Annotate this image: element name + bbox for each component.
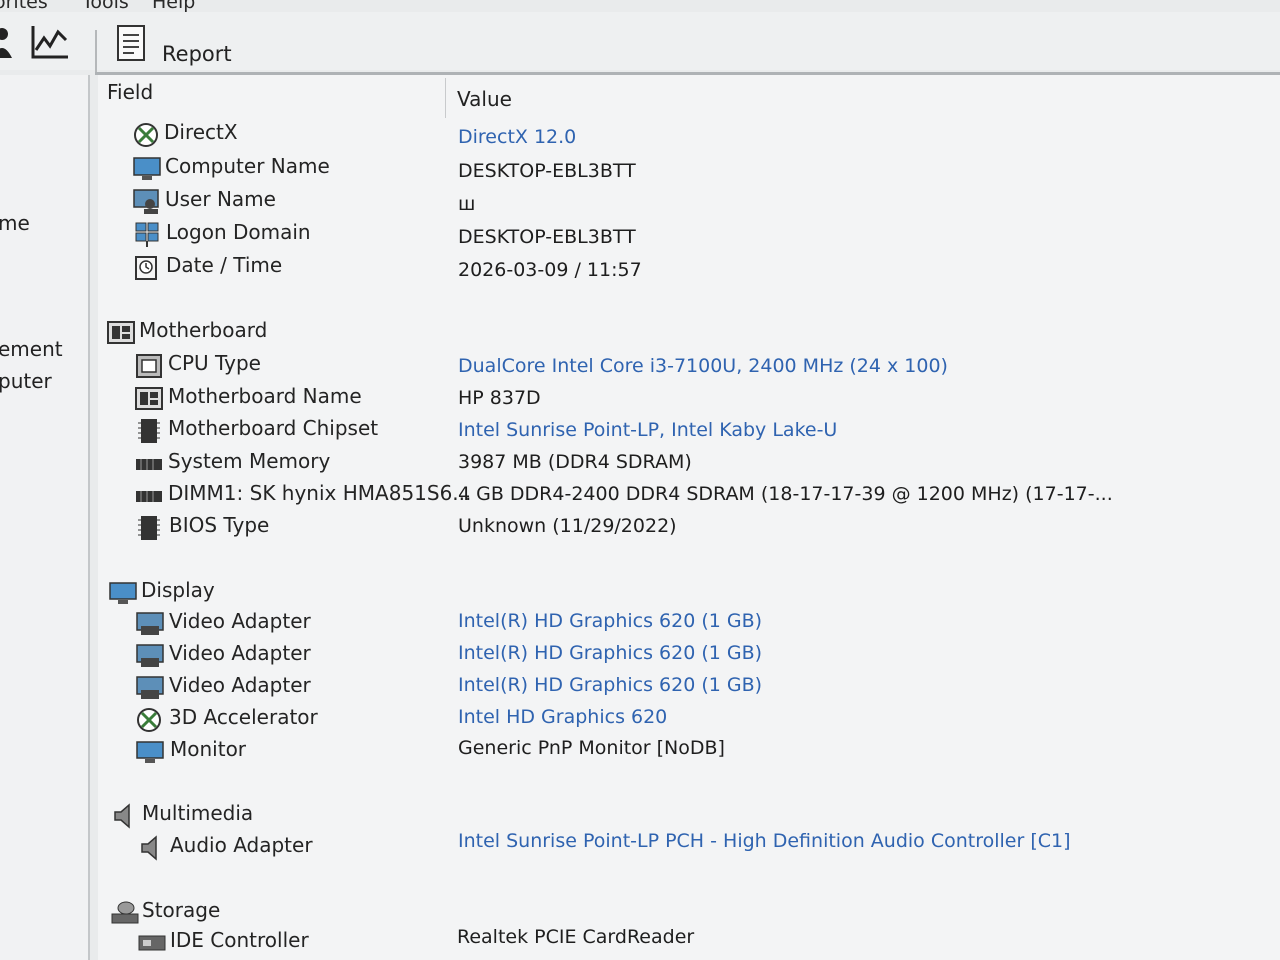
field-value: ш bbox=[458, 193, 476, 215]
user-icon[interactable] bbox=[0, 26, 16, 58]
field-value: Unknown (11/29/2022) bbox=[458, 515, 677, 537]
calendar-icon bbox=[135, 256, 157, 280]
motherboard-icon bbox=[107, 321, 135, 344]
field-label: IDE Controller bbox=[170, 928, 309, 952]
field-value: HP 837D bbox=[458, 387, 541, 409]
toolbar-separator bbox=[95, 30, 97, 72]
column-header-field[interactable]: Field bbox=[107, 80, 153, 104]
monitor-icon bbox=[136, 741, 164, 763]
field-value: DESKTOP-EBL3BTT bbox=[458, 160, 636, 182]
field-value: DESKTOP-EBL3BTT bbox=[458, 226, 636, 248]
field-value: 2026-03-09 / 11:57 bbox=[458, 259, 642, 281]
video-adapter-icon bbox=[136, 644, 164, 667]
menu-bar: orites Tools Help bbox=[0, 0, 1280, 12]
field-value[interactable]: Intel Sunrise Point-LP, Intel Kaby Lake-… bbox=[458, 419, 837, 441]
tree-item-portable-computer[interactable]: puter bbox=[0, 369, 52, 393]
video-adapter-icon bbox=[136, 612, 164, 635]
field-value[interactable]: Intel(R) HD Graphics 620 (1 GB) bbox=[458, 610, 762, 632]
xbox-icon bbox=[137, 708, 161, 732]
speaker-icon bbox=[114, 803, 130, 829]
menu-tools[interactable]: Tools bbox=[82, 0, 129, 12]
field-value[interactable]: DirectX 12.0 bbox=[458, 126, 576, 148]
motherboard-icon bbox=[135, 387, 163, 410]
field-label: Computer Name bbox=[165, 154, 330, 178]
menu-help[interactable]: Help bbox=[152, 0, 195, 12]
user-icon bbox=[133, 189, 159, 214]
chip-icon bbox=[138, 419, 160, 443]
memory-icon bbox=[136, 459, 162, 470]
report-button[interactable]: Report bbox=[162, 42, 232, 66]
field-label: Video Adapter bbox=[169, 609, 311, 633]
xbox-icon bbox=[134, 123, 158, 147]
field-label: Storage bbox=[142, 898, 221, 922]
field-label: BIOS Type bbox=[169, 513, 270, 537]
field-label: User Name bbox=[165, 187, 276, 211]
field-label: Display bbox=[141, 578, 215, 602]
field-value: Realtek PCIE CardReader bbox=[457, 926, 695, 948]
field-label: Video Adapter bbox=[169, 641, 311, 665]
tree-item-power-management[interactable]: ement bbox=[0, 337, 63, 361]
video-adapter-icon bbox=[136, 676, 164, 699]
field-label: Monitor bbox=[170, 737, 247, 761]
toolbar: Report bbox=[0, 12, 1280, 72]
field-value[interactable]: Intel(R) HD Graphics 620 (1 GB) bbox=[458, 642, 762, 664]
field-value[interactable]: Intel HD Graphics 620 bbox=[458, 706, 667, 728]
field-value[interactable]: DualCore Intel Core i3-7100U, 2400 MHz (… bbox=[458, 355, 948, 377]
field-label: Motherboard Name bbox=[168, 384, 362, 408]
field-label: DirectX bbox=[164, 120, 238, 144]
field-value: 3987 MB (DDR4 SDRAM) bbox=[458, 451, 692, 473]
storage-icon bbox=[111, 901, 139, 924]
column-divider[interactable] bbox=[445, 78, 446, 118]
monitor-icon bbox=[109, 582, 137, 604]
report-icon[interactable] bbox=[116, 24, 148, 64]
network-icon bbox=[135, 222, 159, 247]
navigation-tree[interactable]: me ement puter bbox=[0, 75, 90, 960]
chart-icon[interactable] bbox=[30, 24, 70, 60]
field-value: Generic PnP Monitor [NoDB] bbox=[458, 737, 725, 759]
speaker-icon bbox=[141, 835, 157, 861]
cpu-icon bbox=[136, 354, 162, 378]
memory-icon bbox=[136, 491, 162, 502]
field-label: Logon Domain bbox=[166, 220, 311, 244]
field-label: Date / Time bbox=[166, 253, 283, 277]
field-label: 3D Accelerator bbox=[169, 705, 318, 729]
field-label: System Memory bbox=[168, 449, 331, 473]
chip-icon bbox=[138, 516, 160, 540]
column-header-value[interactable]: Value bbox=[457, 87, 512, 111]
field-label: DIMM1: SK hynix HMA851S6... bbox=[168, 481, 472, 505]
field-value[interactable]: Intel Sunrise Point-LP PCH - High Defini… bbox=[458, 830, 1071, 852]
field-label: Multimedia bbox=[142, 801, 254, 825]
tree-item-computer-name[interactable]: me bbox=[0, 211, 30, 235]
field-value[interactable]: Intel(R) HD Graphics 620 (1 GB) bbox=[458, 674, 762, 696]
controller-icon bbox=[138, 935, 166, 951]
computer-icon bbox=[133, 157, 161, 180]
field-label: Audio Adapter bbox=[170, 833, 313, 857]
field-label: Motherboard bbox=[139, 318, 268, 342]
field-label: Motherboard Chipset bbox=[168, 416, 379, 440]
field-label: Video Adapter bbox=[169, 673, 311, 697]
menu-favorites[interactable]: orites bbox=[0, 0, 48, 12]
field-label: CPU Type bbox=[168, 351, 261, 375]
field-value: 4 GB DDR4-2400 DDR4 SDRAM (18-17-17-39 @… bbox=[458, 483, 1113, 505]
